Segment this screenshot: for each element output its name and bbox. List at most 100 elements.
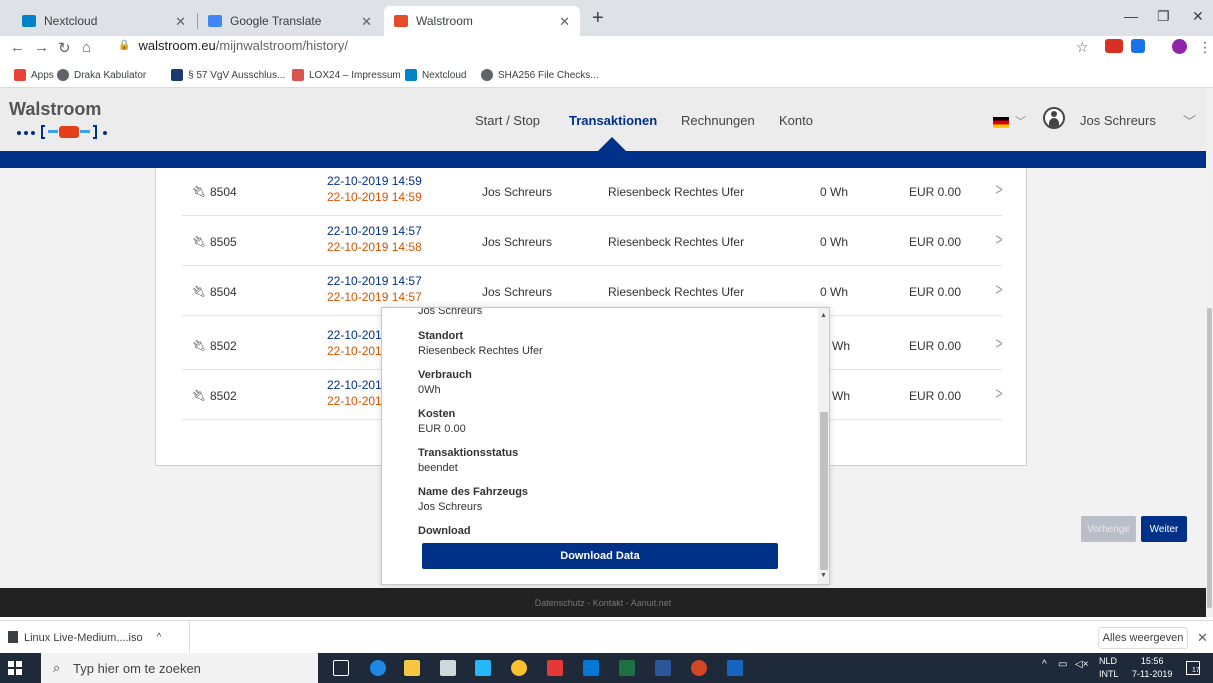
- modal-field-value: 0Wh: [418, 384, 441, 396]
- logo[interactable]: Walstroom: [9, 99, 101, 120]
- chrome-icon[interactable]: [511, 660, 527, 676]
- tab-walstroom[interactable]: Walstroom ✕: [384, 6, 580, 36]
- language-indicator[interactable]: NLD INTL: [1099, 655, 1119, 681]
- user-avatar-icon[interactable]: [1043, 107, 1065, 129]
- modal-field-label: Transaktionsstatus: [418, 447, 519, 459]
- bookmark-vgv[interactable]: § 57 VgV Ausschlus...: [171, 69, 285, 81]
- show-all-downloads-button[interactable]: Alles weergeven: [1098, 627, 1188, 649]
- menu-icon[interactable]: ⋮: [1198, 39, 1212, 56]
- lang-code: NLD: [1099, 656, 1118, 666]
- user-name[interactable]: Jos Schreurs: [1080, 113, 1156, 128]
- scrollbar-thumb[interactable]: [1207, 308, 1212, 608]
- start-time: 22-10-2019 14:57: [327, 224, 422, 238]
- app-icon[interactable]: [547, 660, 563, 676]
- nav-start-stop[interactable]: Start / Stop: [475, 113, 540, 128]
- star-bookmark-icon[interactable]: ☆: [1076, 39, 1089, 56]
- energy: 0 Wh: [820, 185, 849, 199]
- taskbar-search[interactable]: ⌕ Typ hier om te zoeken: [41, 653, 318, 683]
- transaction-id: 8504: [210, 185, 237, 199]
- nav-transaktionen[interactable]: Transaktionen: [569, 113, 657, 128]
- restore-icon[interactable]: ❐: [1157, 8, 1170, 25]
- minimize-icon[interactable]: —: [1124, 8, 1138, 24]
- chevron-right-icon[interactable]: >: [995, 384, 1002, 404]
- chevron-right-icon[interactable]: >: [995, 230, 1002, 250]
- chevron-right-icon[interactable]: >: [995, 280, 1002, 300]
- tab-google-translate[interactable]: Google Translate ✕: [198, 6, 382, 36]
- task-view-icon[interactable]: [333, 660, 349, 676]
- chevron-down-icon[interactable]: ﹀: [1015, 113, 1026, 129]
- active-nav-indicator: [598, 137, 626, 151]
- transaction-row[interactable]: 🔌︎ 8505 22-10-2019 14:57 22-10-2019 14:58 Jo…: [182, 218, 1002, 266]
- file-icon: [8, 631, 18, 643]
- next-page-button[interactable]: Weiter: [1141, 516, 1187, 542]
- transaction-row[interactable]: 🔌︎ 8504 22-10-2019 14:59 22-10-2019 14:59 Jo…: [182, 168, 1002, 216]
- modal-field-value: EUR 0.00: [418, 423, 466, 435]
- powerpoint-icon[interactable]: [691, 660, 707, 676]
- chevron-right-icon[interactable]: >: [995, 334, 1002, 354]
- file-explorer-icon[interactable]: [404, 660, 420, 676]
- page-scrollbar[interactable]: [1206, 88, 1213, 617]
- clock[interactable]: 15:56 7-11-2019: [1132, 655, 1172, 681]
- plug-icon: 🔌︎: [192, 390, 206, 402]
- tab-nextcloud[interactable]: Nextcloud ✕: [12, 6, 196, 36]
- app-icon[interactable]: [475, 660, 491, 676]
- tab-title: Walstroom: [416, 14, 473, 28]
- scroll-up-icon[interactable]: ▲: [820, 312, 827, 319]
- nav-konto[interactable]: Konto: [779, 113, 813, 128]
- reload-icon[interactable]: ↻: [58, 39, 71, 57]
- plug-logo-icon: [17, 125, 107, 139]
- excel-icon[interactable]: [619, 660, 635, 676]
- previous-page-button[interactable]: Vorherige: [1081, 516, 1136, 542]
- outlook-icon[interactable]: [583, 660, 599, 676]
- extension-icon[interactable]: [1105, 39, 1123, 56]
- energy: Wh: [832, 389, 850, 403]
- close-tab-icon[interactable]: ✕: [559, 14, 570, 30]
- modal-scrollbar[interactable]: ▲ ▼: [818, 308, 829, 584]
- bookmark-draka[interactable]: Draka Kabulator: [57, 69, 146, 81]
- page-footer[interactable]: Datenschutz - Kontakt - Aanuit.net: [0, 588, 1206, 617]
- close-tab-icon[interactable]: ✕: [361, 14, 372, 30]
- close-download-bar-icon[interactable]: ✕: [1197, 630, 1208, 646]
- profile-avatar[interactable]: [1172, 39, 1187, 57]
- home-icon[interactable]: ⌂: [82, 39, 91, 56]
- german-flag-icon[interactable]: [993, 117, 1009, 128]
- close-window-icon[interactable]: ✕: [1192, 8, 1204, 25]
- chevron-down-icon[interactable]: ﹀: [1183, 111, 1196, 130]
- bookmark-lox24[interactable]: LOX24 – Impressum: [292, 69, 401, 81]
- bookmark-sha256[interactable]: SHA256 File Checks...: [481, 69, 599, 81]
- address-bar[interactable]: 🔒 walstroom.eu/mijnwalstroom/history/: [118, 38, 348, 53]
- forward-icon[interactable]: →: [34, 39, 49, 56]
- edge-browser-icon[interactable]: [370, 660, 386, 676]
- energy: 0 Wh: [820, 235, 849, 249]
- store-icon[interactable]: [440, 660, 456, 676]
- chevron-up-icon[interactable]: ^: [157, 632, 162, 643]
- energy: 0 Wh: [820, 285, 849, 299]
- extension-icon[interactable]: [1131, 39, 1145, 56]
- plug-icon: 🔌︎: [192, 340, 206, 352]
- new-tab-icon[interactable]: +: [592, 8, 604, 28]
- back-icon[interactable]: ←: [10, 39, 25, 56]
- tab-strip: Nextcloud ✕ Google Translate ✕ Walstroom…: [0, 0, 1213, 36]
- close-tab-icon[interactable]: ✕: [175, 14, 186, 30]
- volume-icon[interactable]: ◁×: [1075, 659, 1089, 670]
- tray-chevron-icon[interactable]: ^: [1042, 659, 1047, 670]
- bookmark-apps[interactable]: Apps: [14, 69, 54, 81]
- word-icon[interactable]: [655, 660, 671, 676]
- modal-field-label: Standort: [418, 330, 464, 342]
- scroll-down-icon[interactable]: ▼: [820, 572, 827, 579]
- download-item[interactable]: Linux Live-Medium....iso ^: [0, 621, 190, 654]
- url-path: /mijnwalstroom/history/: [215, 38, 348, 53]
- scrollbar-thumb[interactable]: [820, 412, 828, 570]
- nav-rechnungen[interactable]: Rechnungen: [681, 113, 755, 128]
- bookmark-nextcloud[interactable]: Nextcloud: [405, 69, 466, 81]
- download-data-button[interactable]: Download Data: [422, 543, 778, 569]
- lock-icon: 🔒: [118, 40, 131, 51]
- windows-start-icon[interactable]: [8, 661, 22, 675]
- powershell-icon[interactable]: [727, 660, 743, 676]
- bookmark-label: LOX24 – Impressum: [309, 69, 401, 81]
- end-time: 22-10-201: [327, 394, 382, 408]
- notifications-icon[interactable]: 17: [1186, 661, 1200, 675]
- url-domain: walstroom.eu: [138, 38, 216, 53]
- chevron-right-icon[interactable]: >: [995, 180, 1002, 200]
- network-icon[interactable]: ▭: [1058, 659, 1067, 670]
